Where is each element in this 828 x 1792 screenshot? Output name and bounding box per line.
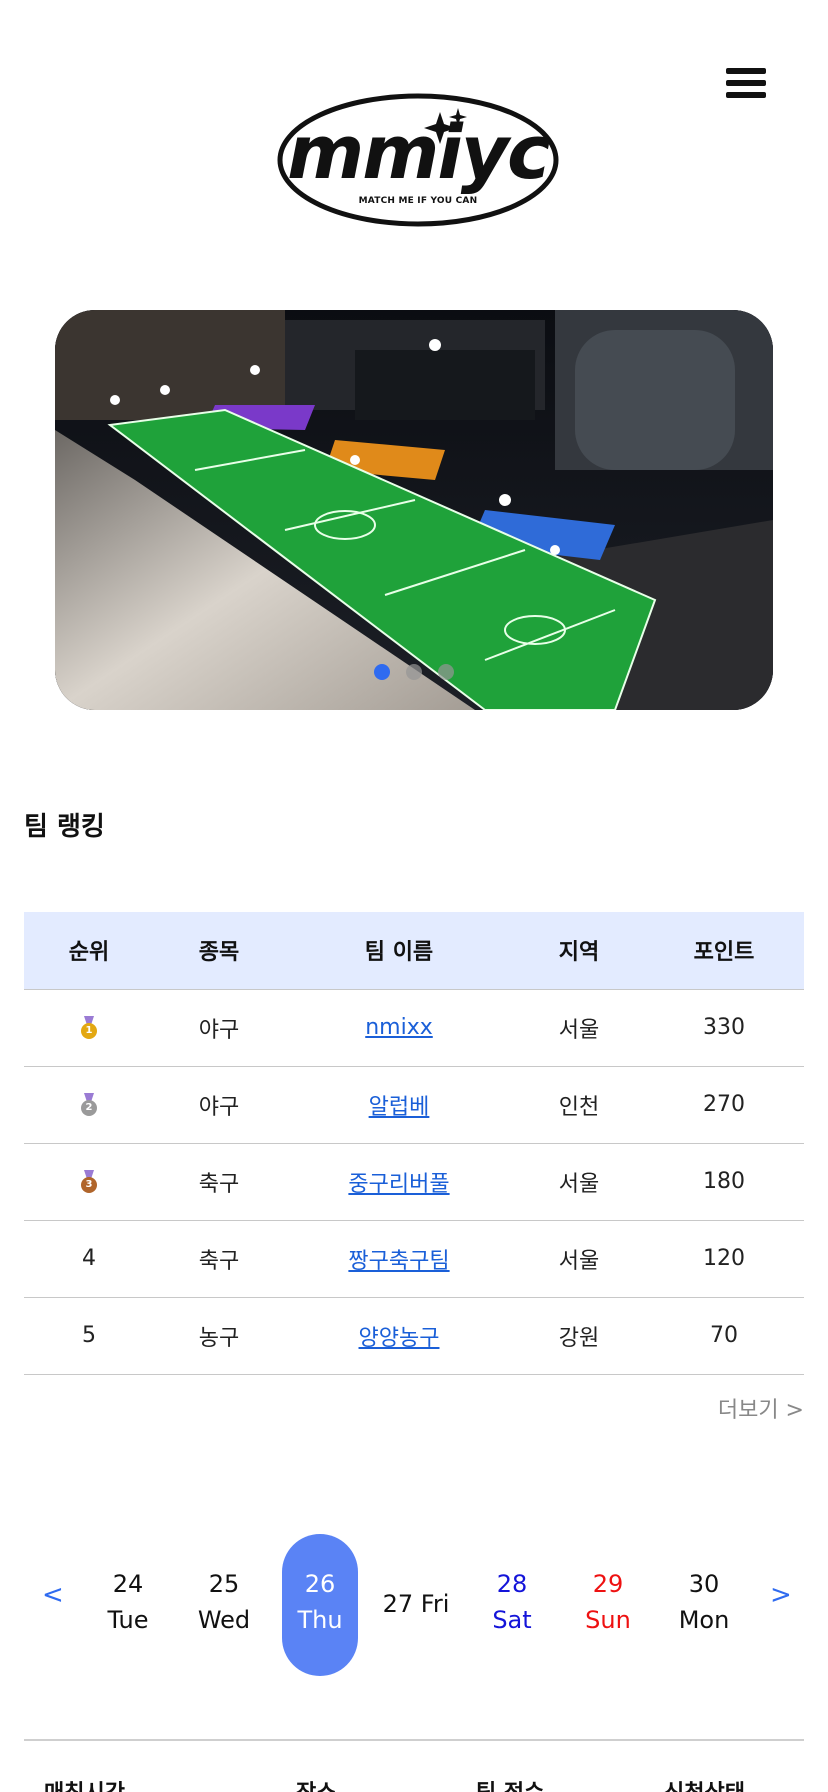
team-link[interactable]: 짱구축구팀 — [348, 1249, 449, 1274]
carousel-dot-3[interactable] — [438, 664, 454, 680]
region-cell: 서울 — [514, 1143, 644, 1221]
sport-cell: 야구 — [154, 1066, 284, 1144]
logo-wordmark: mmiyc — [287, 110, 551, 196]
match-list-header: 매칭시간 장소 팀 점수 신청상태 — [24, 1775, 804, 1792]
hero-banner[interactable] — [55, 310, 773, 710]
table-row: 1 야구 nmixx 서울 330 — [24, 989, 804, 1067]
date-selector: < 24 Tue 25 Wed 26 Thu 27 Fri 28 Sat 29 … — [24, 1534, 804, 1676]
column-header-sport: 종목 — [154, 912, 284, 990]
rank-cell: 4 — [24, 1220, 154, 1298]
region-cell: 인천 — [514, 1066, 644, 1144]
match-column-status: 신청상태 — [664, 1775, 745, 1792]
date-item-26-selected[interactable]: 26 Thu — [282, 1534, 358, 1676]
points-cell: 70 — [644, 1297, 804, 1375]
ranking-title: 팀 랭킹 — [24, 812, 105, 842]
prev-week-arrow-icon[interactable]: < — [42, 1580, 64, 1610]
section-divider — [24, 1739, 804, 1741]
carousel-dot-2[interactable] — [406, 664, 422, 680]
logo-subtitle: MATCH ME IF YOU CAN — [358, 196, 478, 206]
rank-cell: 5 — [24, 1297, 154, 1375]
table-row: 3 축구 중구리버풀 서울 180 — [24, 1143, 804, 1221]
team-cell: 중구리버풀 — [284, 1143, 514, 1221]
sport-cell: 축구 — [154, 1220, 284, 1298]
ranking-header-row: 순위 종목 팀 이름 지역 포인트 — [24, 912, 804, 990]
carousel-dot-1[interactable] — [374, 664, 390, 680]
sport-cell: 축구 — [154, 1143, 284, 1221]
team-cell: 알럽베 — [284, 1066, 514, 1144]
sport-cell: 농구 — [154, 1297, 284, 1375]
team-link[interactable]: nmixx — [365, 1015, 433, 1040]
team-cell: 양양농구 — [284, 1297, 514, 1375]
match-column-time: 매칭시간 — [44, 1775, 125, 1792]
table-row: 5 농구 양양농구 강원 70 — [24, 1297, 804, 1375]
column-header-team: 팀 이름 — [284, 912, 514, 990]
page: mmiyc MATCH ME IF YOU CAN 팀 랭킹 순위 종목 팀 이… — [0, 0, 828, 1792]
rank-cell: 2 — [24, 1066, 154, 1144]
hamburger-menu-icon[interactable] — [726, 68, 766, 104]
points-cell: 120 — [644, 1220, 804, 1298]
date-item-29[interactable]: 29 Sun — [570, 1534, 646, 1676]
points-cell: 180 — [644, 1143, 804, 1221]
points-cell: 270 — [644, 1066, 804, 1144]
carousel-dots — [55, 664, 773, 680]
gold-medal-icon: 1 — [79, 1016, 99, 1040]
table-row: 4 축구 짱구축구팀 서울 120 — [24, 1220, 804, 1298]
rank-cell: 3 — [24, 1143, 154, 1221]
region-cell: 강원 — [514, 1297, 644, 1375]
region-cell: 서울 — [514, 989, 644, 1067]
stadium-photo — [55, 310, 773, 710]
match-column-place: 장소 — [296, 1775, 336, 1792]
region-cell: 서울 — [514, 1220, 644, 1298]
team-link[interactable]: 중구리버풀 — [348, 1172, 449, 1197]
table-row: 2 야구 알럽베 인천 270 — [24, 1066, 804, 1144]
column-header-points: 포인트 — [644, 912, 804, 990]
column-header-region: 지역 — [514, 912, 644, 990]
site-logo[interactable]: mmiyc MATCH ME IF YOU CAN — [268, 72, 568, 242]
team-link[interactable]: 알럽베 — [369, 1095, 430, 1120]
ranking-table: 순위 종목 팀 이름 지역 포인트 1 야구 nmixx 서울 330 2 야구… — [24, 912, 804, 1375]
next-week-arrow-icon[interactable]: > — [770, 1580, 792, 1610]
date-item-24[interactable]: 24 Tue — [90, 1534, 166, 1676]
column-header-rank: 순위 — [24, 912, 154, 990]
date-item-27[interactable]: 27 Fri — [378, 1534, 454, 1676]
match-column-score: 팀 점수 — [476, 1775, 544, 1792]
team-cell: nmixx — [284, 989, 514, 1067]
more-link[interactable]: 더보기 > — [718, 1392, 804, 1424]
team-cell: 짱구축구팀 — [284, 1220, 514, 1298]
date-item-30[interactable]: 30 Mon — [666, 1534, 742, 1676]
rank-cell: 1 — [24, 989, 154, 1067]
team-link[interactable]: 양양농구 — [359, 1326, 440, 1351]
date-item-25[interactable]: 25 Wed — [186, 1534, 262, 1676]
silver-medal-icon: 2 — [79, 1093, 99, 1117]
date-item-28[interactable]: 28 Sat — [474, 1534, 550, 1676]
points-cell: 330 — [644, 989, 804, 1067]
bronze-medal-icon: 3 — [79, 1170, 99, 1194]
sport-cell: 야구 — [154, 989, 284, 1067]
